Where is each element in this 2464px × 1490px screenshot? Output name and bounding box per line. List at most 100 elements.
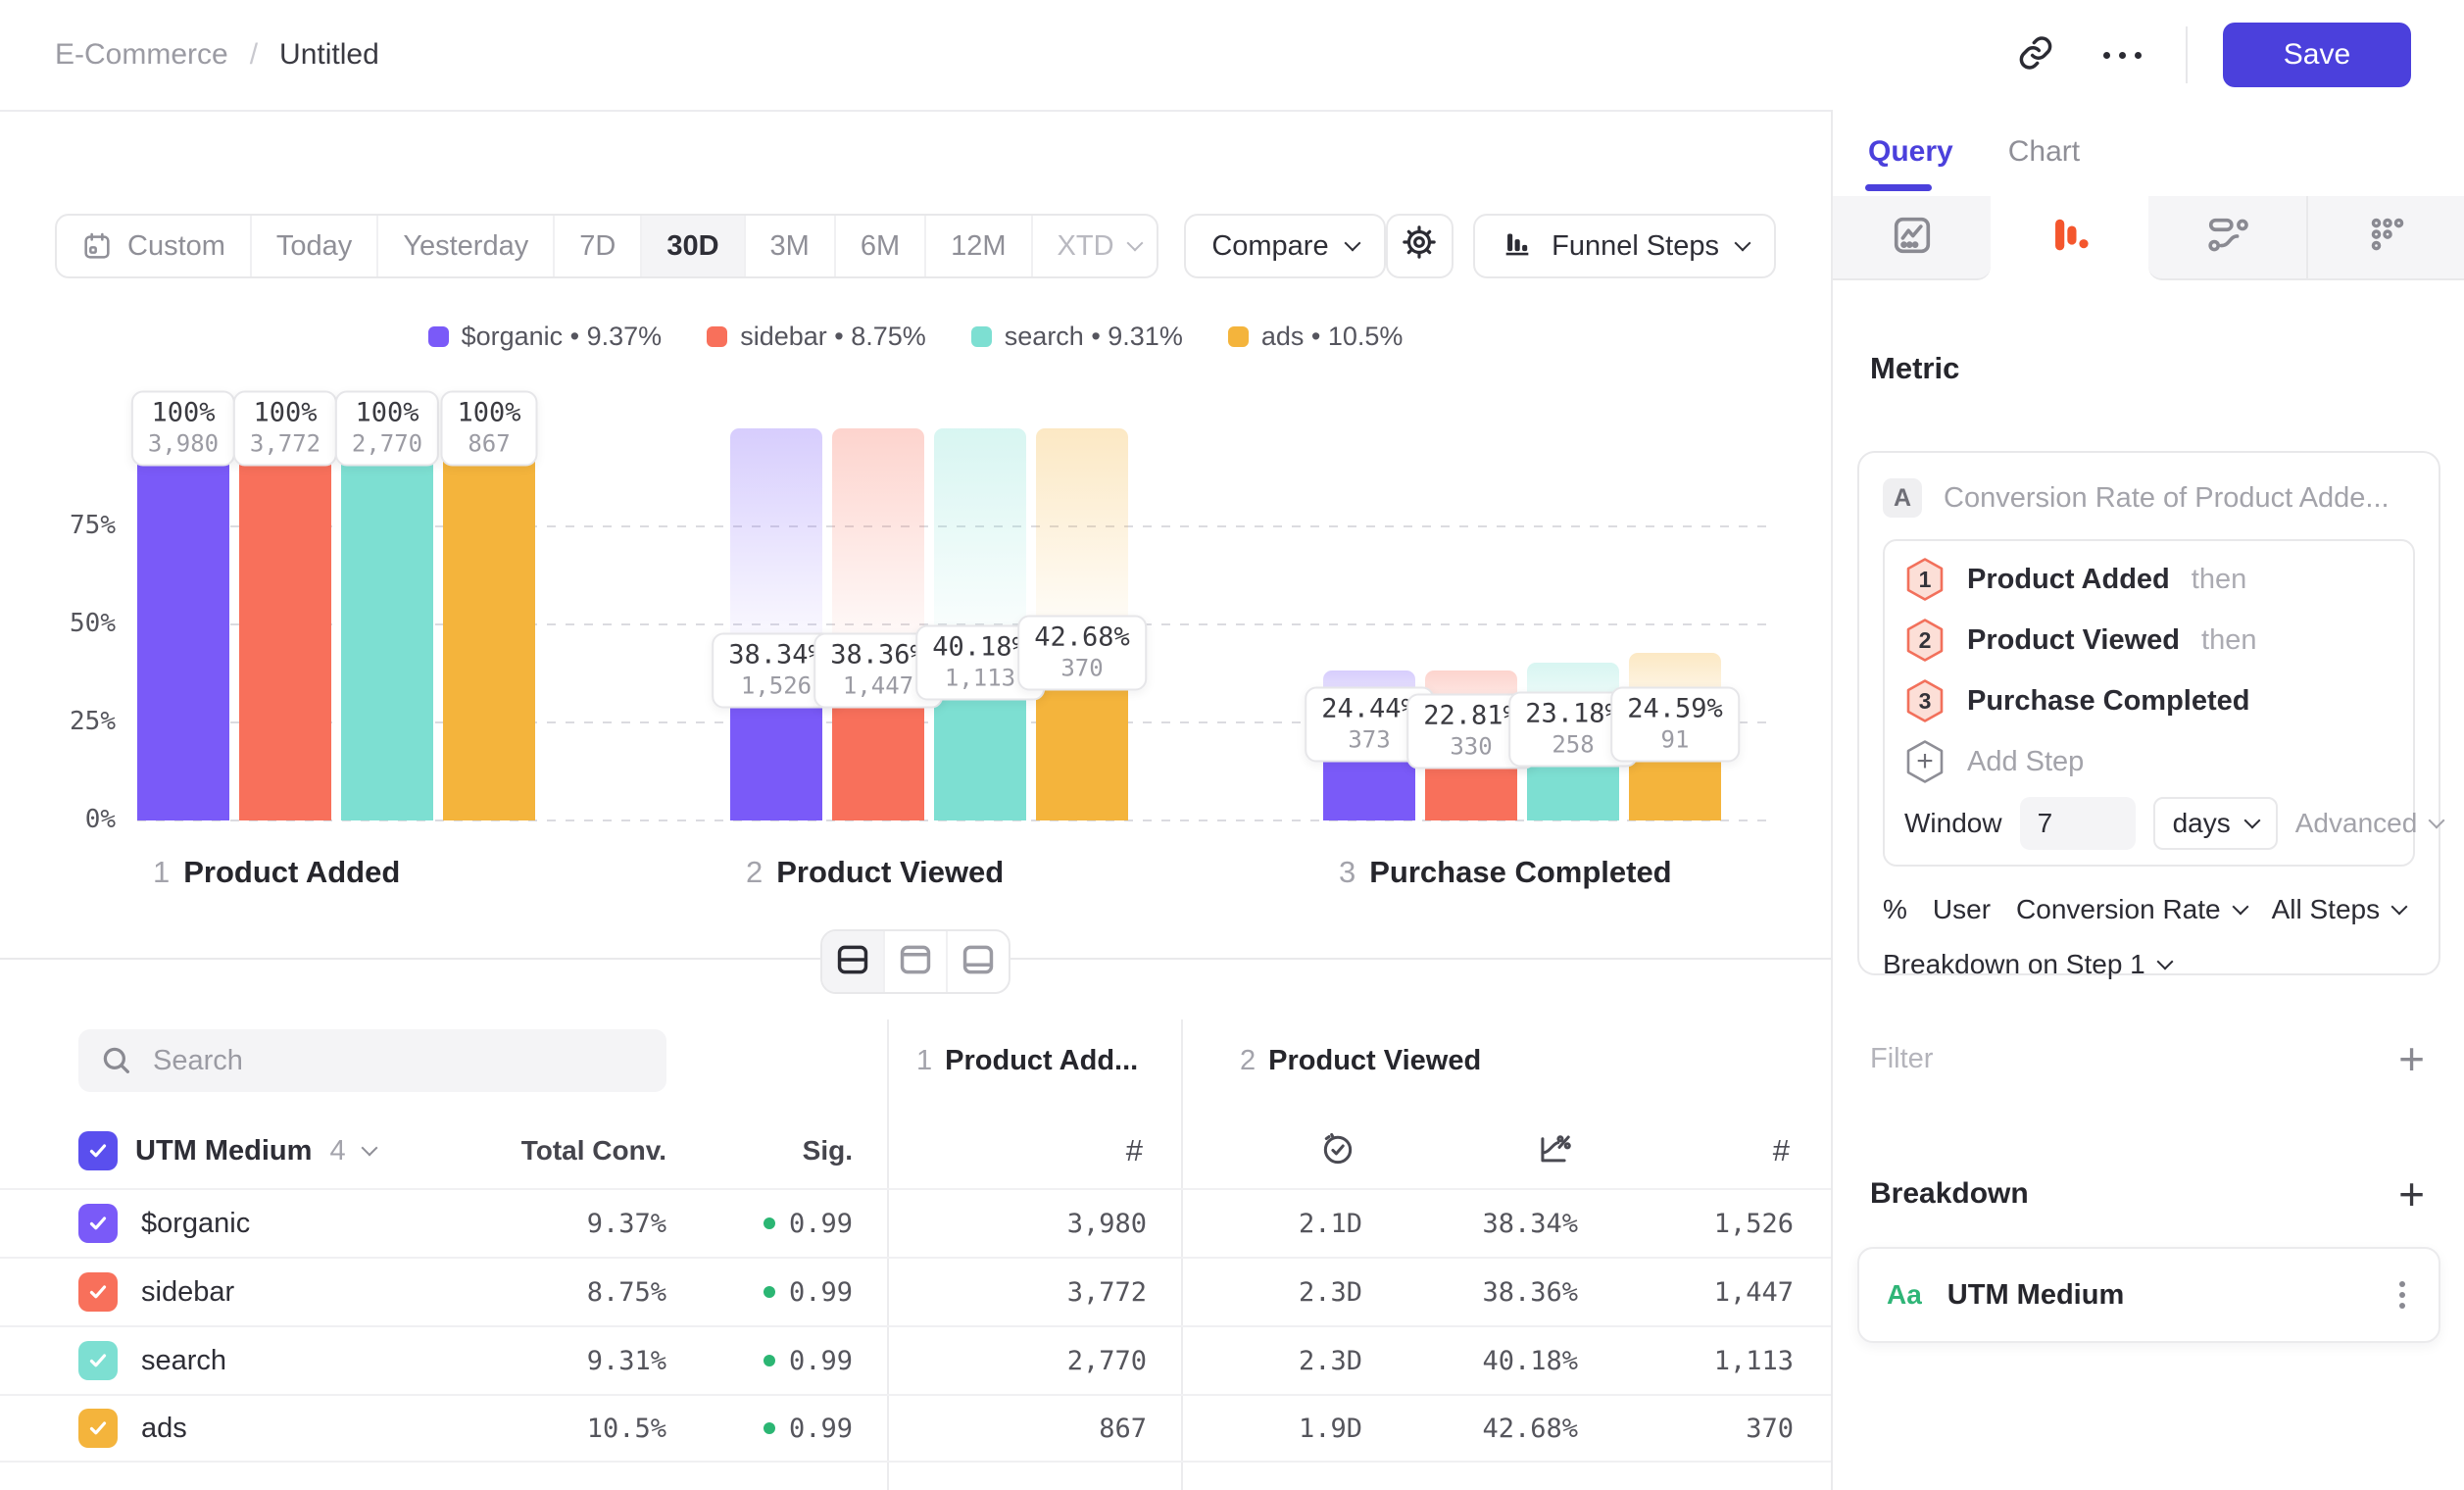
layout-chart-only-button[interactable] — [885, 931, 948, 992]
step2-count-value: 1,447 — [1714, 1277, 1794, 1308]
chart-type-select[interactable]: Funnel Steps — [1473, 214, 1776, 278]
legend-item[interactable]: search • 9.31% — [971, 322, 1183, 352]
bar-count-value: 258 — [1525, 731, 1621, 759]
count-column-button[interactable]: # — [1773, 1133, 1794, 1168]
layout-split-button[interactable] — [822, 931, 885, 992]
bar-pct-value: 42.68% — [1034, 621, 1130, 655]
select-all-checkbox[interactable] — [78, 1131, 118, 1170]
conv-pct-column-button[interactable] — [1535, 1130, 1578, 1172]
count-column-button[interactable]: # — [1126, 1133, 1147, 1168]
range-30d[interactable]: 30D — [642, 216, 745, 276]
tab-retention[interactable] — [2306, 196, 2464, 280]
range-label: 7D — [579, 230, 616, 263]
funnel-bar[interactable] — [137, 428, 229, 820]
chevron-down-icon — [2156, 954, 2173, 970]
funnel-bar[interactable] — [341, 428, 433, 820]
table-row[interactable]: $organic9.37%0.993,9802.1D38.34%1,526 — [0, 1188, 1831, 1257]
row-name: $organic — [141, 1208, 250, 1240]
bar-pct-value: 100% — [148, 397, 219, 430]
step2-count-value: 370 — [1746, 1414, 1794, 1444]
tab-trend-chart[interactable] — [1833, 196, 1991, 280]
range-3m[interactable]: 3M — [746, 216, 836, 276]
metric-step-name: Product Added — [1967, 564, 2170, 596]
add-step-hexagon-icon: + — [1904, 739, 1946, 784]
tab-chart[interactable]: Chart — [2008, 135, 2080, 169]
metric-step-row[interactable]: 2Product Viewedthen — [1904, 610, 2393, 670]
funnel-bar[interactable] — [239, 428, 331, 820]
measure-scope-select[interactable]: All Steps — [2272, 894, 2406, 925]
avg-time-column-button[interactable] — [1319, 1130, 1362, 1172]
range-custom[interactable]: Custom — [57, 216, 252, 276]
row-name: sidebar — [141, 1276, 234, 1309]
advanced-toggle[interactable]: Advanced — [2295, 808, 2443, 839]
dimension-header[interactable]: UTM Medium — [135, 1135, 312, 1167]
legend-item[interactable]: sidebar • 8.75% — [707, 322, 926, 352]
table-header-row: UTM Medium 4 Total Conv. Sig. # — [0, 1114, 1831, 1188]
legend-item[interactable]: ads • 10.5% — [1228, 322, 1404, 352]
table-row[interactable]: ads10.5%0.998671.9D42.68%370 — [0, 1394, 1831, 1463]
chart-settings-button[interactable] — [1386, 214, 1454, 278]
table-row[interactable]: sidebar8.75%0.993,7722.3D38.36%1,447 — [0, 1257, 1831, 1325]
row-checkbox[interactable] — [78, 1204, 118, 1243]
search-input[interactable] — [78, 1029, 666, 1092]
legend-label: sidebar • 8.75% — [740, 322, 926, 352]
add-filter-button[interactable]: + — [2398, 1041, 2425, 1077]
row-checkbox[interactable] — [78, 1272, 118, 1312]
compare-button[interactable]: Compare — [1184, 214, 1385, 278]
range-12m[interactable]: 12M — [926, 216, 1032, 276]
breakdown-on-step-select[interactable]: Breakdown on Step 1 — [1883, 949, 2415, 980]
tab-flow[interactable] — [2148, 196, 2306, 280]
breakdown-item[interactable]: Aa UTM Medium — [1857, 1247, 2440, 1343]
avg-time-icon — [1319, 1130, 1356, 1172]
add-breakdown-button[interactable]: + — [2398, 1176, 2425, 1213]
table-row[interactable]: search9.31%0.992,7702.3D40.18%1,113 — [0, 1325, 1831, 1394]
funnel-bar-cell: 100%3,772 — [239, 428, 331, 820]
range-yesterday[interactable]: Yesterday — [378, 216, 555, 276]
range-7d[interactable]: 7D — [555, 216, 642, 276]
chevron-down-icon[interactable] — [361, 1140, 377, 1157]
window-value-input[interactable] — [2020, 797, 2136, 850]
window-unit-select[interactable]: days — [2153, 797, 2278, 850]
breadcrumb-page-title[interactable]: Untitled — [279, 38, 379, 72]
range-today[interactable]: Today — [252, 216, 378, 276]
measure-metric-select[interactable]: Conversion Rate — [2016, 894, 2246, 925]
save-button[interactable]: Save — [2223, 23, 2411, 87]
layout-toggle — [820, 929, 1010, 994]
dimension-count: 4 — [329, 1135, 345, 1167]
metric-step-row[interactable]: 1Product Addedthen — [1904, 549, 2393, 610]
funnel-bar[interactable] — [443, 428, 535, 820]
breakdown-table: 1 Product Add... 2 Product Viewed UTM Me… — [0, 1019, 1831, 1490]
total-conv-header[interactable]: Total Conv. — [521, 1135, 666, 1167]
measure-entity-select[interactable]: User — [1933, 894, 1991, 925]
chart-toolbar: CustomTodayYesterday 7D 30D3M6M12MXTD Comp… — [55, 214, 1776, 278]
bar-count-value: 1,526 — [728, 671, 824, 699]
metric-step-row[interactable]: 3Purchase Completed — [1904, 670, 2393, 731]
share-link-button[interactable] — [2007, 26, 2064, 83]
range-xtd[interactable]: XTD — [1033, 216, 1159, 276]
chart-legend: $organic • 9.37% sidebar • 8.75% search • … — [0, 322, 1831, 352]
conversion-chart-icon — [1535, 1130, 1572, 1172]
metric-title-row[interactable]: A Conversion Rate of Product Adde... — [1883, 476, 2415, 520]
metric-title: Conversion Rate of Product Adde... — [1944, 482, 2390, 515]
string-type-badge: Aa — [1887, 1279, 1922, 1311]
step-name: Purchase Completed — [1369, 855, 1671, 890]
sig-header[interactable]: Sig. — [803, 1135, 853, 1167]
header-actions: Save — [2007, 0, 2411, 110]
row-checkbox[interactable] — [78, 1409, 118, 1448]
add-step-button[interactable]: + Add Step — [1904, 731, 2393, 792]
row-checkbox[interactable] — [78, 1341, 118, 1380]
tab-funnel[interactable] — [1991, 196, 2148, 280]
tab-query[interactable]: Query — [1868, 135, 1953, 169]
funnel-bar-cell: 100%2,770 — [341, 428, 433, 820]
breadcrumb-project[interactable]: E-Commerce — [55, 38, 228, 72]
measure-format-toggle[interactable]: % — [1883, 894, 1907, 925]
layout-table-only-button[interactable] — [948, 931, 1009, 992]
row-name-cell: $organic — [78, 1204, 431, 1243]
kebab-menu-icon[interactable] — [2393, 1275, 2411, 1315]
funnel-step-group: 100%3,980100%3,772100%2,770100%867 — [137, 428, 535, 820]
range-6m[interactable]: 6M — [836, 216, 926, 276]
legend-item[interactable]: $organic • 9.37% — [428, 322, 663, 352]
funnel-bar-cell: 38.36%1,447 — [832, 428, 924, 820]
more-menu-button[interactable] — [2094, 26, 2150, 83]
step-number-badge: 2 — [1904, 618, 1946, 663]
